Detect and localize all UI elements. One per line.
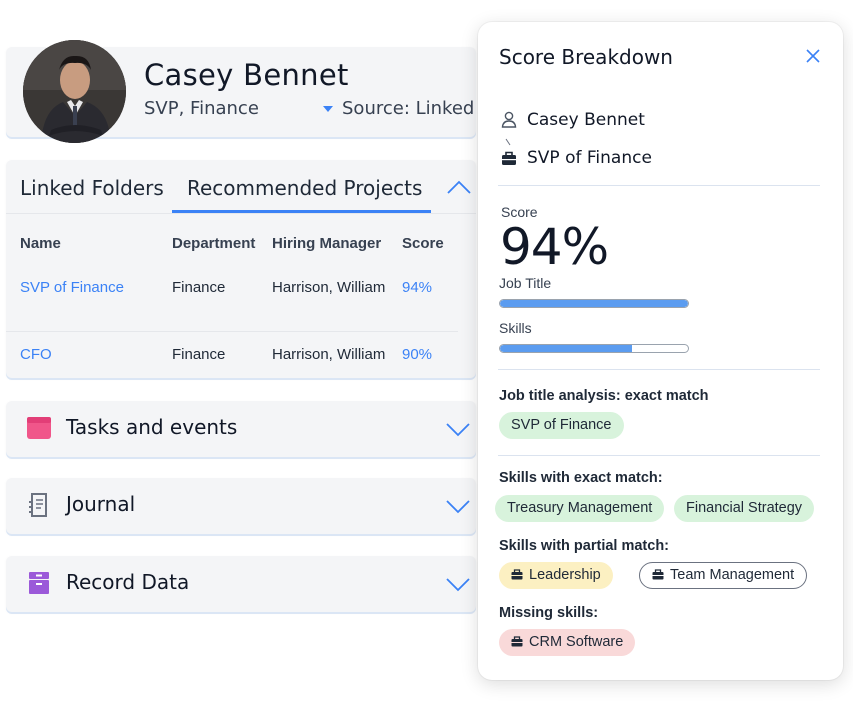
briefcase-icon bbox=[502, 151, 516, 165]
project-department: Finance bbox=[172, 346, 226, 363]
tab-recommended-projects[interactable]: Recommended Projects bbox=[187, 176, 422, 200]
source-label[interactable]: Source: LinkedIn bbox=[342, 98, 476, 119]
column-header-score[interactable]: Score bbox=[402, 235, 444, 252]
skill-chip-partial: Team Management bbox=[639, 562, 808, 589]
project-hiring-manager: Harrison, William bbox=[272, 279, 386, 296]
panel-position: SVP of Finance bbox=[527, 148, 652, 168]
job-title-chip: SVP of Finance bbox=[499, 412, 624, 439]
section-journal[interactable]: Journal bbox=[6, 478, 476, 534]
missing-skills-label: Missing skills: bbox=[499, 605, 599, 621]
calendar-icon bbox=[27, 417, 51, 439]
column-header-department[interactable]: Department bbox=[172, 235, 255, 252]
section-record-data[interactable]: Record Data bbox=[6, 556, 476, 612]
panel-candidate-name: Casey Bennet bbox=[527, 110, 645, 130]
project-name-link[interactable]: SVP of Finance bbox=[20, 279, 124, 296]
tab-linked-folders[interactable]: Linked Folders bbox=[20, 176, 164, 200]
skill-chip-label: Team Management bbox=[670, 567, 795, 583]
chevron-up-icon[interactable] bbox=[447, 180, 471, 194]
column-header-name[interactable]: Name bbox=[20, 235, 61, 252]
section-title: Record Data bbox=[66, 570, 190, 594]
avatar bbox=[23, 40, 126, 143]
score-value: 94% bbox=[500, 218, 609, 276]
connector-icon bbox=[505, 138, 511, 146]
briefcase-icon bbox=[652, 569, 664, 580]
close-icon[interactable] bbox=[805, 48, 821, 64]
score-breakdown-panel: Score Breakdown Casey Bennet SVP of Fina… bbox=[478, 22, 843, 680]
active-tab-indicator bbox=[172, 210, 431, 213]
archive-icon bbox=[29, 572, 49, 594]
skill-chip-missing: CRM Software bbox=[499, 629, 636, 656]
chevron-down-icon[interactable] bbox=[446, 500, 470, 514]
section-title: Journal bbox=[66, 492, 136, 516]
job-title-label: Job Title bbox=[499, 275, 552, 291]
skill-chip-partial: Leadership bbox=[499, 562, 613, 589]
document-icon bbox=[29, 493, 47, 517]
tab-divider bbox=[6, 213, 476, 214]
skills-progress-bar bbox=[499, 344, 689, 353]
job-title-progress-bar bbox=[499, 299, 689, 308]
chevron-down-icon[interactable] bbox=[446, 578, 470, 592]
project-hiring-manager: Harrison, William bbox=[272, 346, 386, 363]
divider bbox=[498, 185, 820, 186]
skill-chip-exact: Treasury Management bbox=[495, 495, 665, 522]
skills-progress-fill bbox=[500, 345, 632, 352]
panel-title: Score Breakdown bbox=[499, 45, 673, 69]
column-header-hiring-manager[interactable]: Hiring Manager bbox=[272, 235, 381, 252]
person-icon bbox=[501, 111, 517, 128]
row-divider bbox=[6, 331, 458, 332]
briefcase-icon bbox=[511, 636, 523, 647]
chevron-down-icon[interactable] bbox=[446, 423, 470, 437]
job-title-analysis-label: Job title analysis: exact match bbox=[499, 388, 709, 404]
project-score[interactable]: 94% bbox=[402, 279, 432, 296]
briefcase-icon bbox=[511, 569, 523, 580]
skill-chip-label: CRM Software bbox=[529, 634, 624, 650]
divider bbox=[498, 369, 820, 370]
project-department: Finance bbox=[172, 279, 226, 296]
exact-match-label: Skills with exact match: bbox=[499, 470, 663, 486]
candidate-role: SVP, Finance bbox=[144, 98, 259, 119]
partial-match-label: Skills with partial match: bbox=[499, 538, 670, 554]
skills-label: Skills bbox=[499, 320, 532, 336]
project-name-link[interactable]: CFO bbox=[20, 346, 52, 363]
job-title-progress-fill bbox=[500, 300, 688, 307]
divider bbox=[498, 455, 820, 456]
source-dropdown-icon[interactable] bbox=[323, 106, 333, 112]
skill-chip-exact: Financial Strategy bbox=[674, 495, 815, 522]
skill-chip-label: Leadership bbox=[529, 567, 601, 583]
section-tasks-and-events[interactable]: Tasks and events bbox=[6, 401, 476, 457]
project-score[interactable]: 90% bbox=[402, 346, 432, 363]
candidate-name: Casey Bennet bbox=[144, 58, 349, 92]
section-title: Tasks and events bbox=[66, 415, 238, 439]
